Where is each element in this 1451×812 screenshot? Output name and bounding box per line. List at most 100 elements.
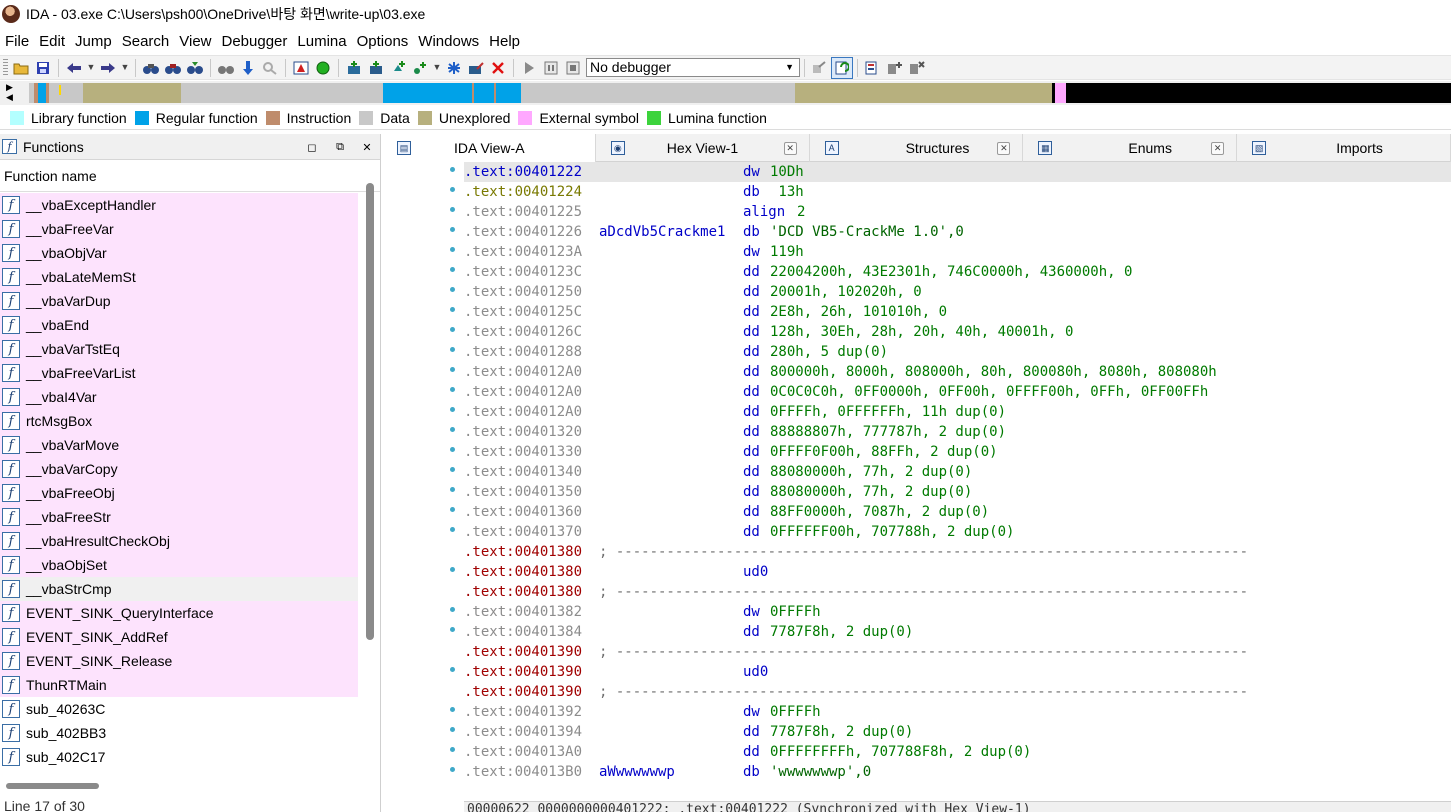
breakpoint-dot[interactable] (450, 507, 455, 512)
tab-close-icon[interactable]: ✕ (997, 142, 1011, 155)
breakpoint-dot[interactable] (450, 727, 455, 732)
breakpoint-dot[interactable] (450, 567, 455, 572)
function-name-column-header[interactable]: Function name (0, 160, 380, 192)
function-list-item[interactable]: f __vbaVarCopy (0, 457, 358, 481)
function-list-item[interactable]: f __vbaEnd (0, 313, 358, 337)
disassembly-line[interactable]: .text:00401224 db 13h (464, 182, 1451, 202)
function-list-item[interactable]: f rtcMsgBox (0, 409, 358, 433)
stop-icon[interactable] (562, 57, 584, 79)
function-list-item[interactable]: f __vbaFreeObj (0, 481, 358, 505)
breakpoint-dot[interactable] (450, 467, 455, 472)
disassembly-line[interactable]: .text:0040123C dd 22004200h, 43E2301h, 746… (464, 262, 1451, 282)
separator-line[interactable]: .text:00401380 ; ------------------------… (464, 582, 1451, 602)
disassembly-line[interactable]: .text:00401394 dd 7787F8h, 2 dup(0) (464, 722, 1451, 742)
create-struct-icon[interactable] (365, 57, 387, 79)
disassembly-line[interactable]: .text:00401390 ud0 (464, 662, 1451, 682)
functions-vertical-scrollbar[interactable] (366, 183, 374, 640)
disassembly-line[interactable]: .text:00401222 dw 10Dh (464, 162, 1451, 182)
back-dropdown-icon[interactable]: ▼ (85, 57, 97, 79)
function-list-item[interactable]: f EVENT_SINK_QueryInterface (0, 601, 358, 625)
function-list-item[interactable]: f sub_40263C (0, 697, 358, 721)
function-list-item[interactable]: f __vbaI4Var (0, 385, 358, 409)
disassembly-line[interactable]: .text:0040123A dw 119h (464, 242, 1451, 262)
jump-down-arrow-icon[interactable] (237, 57, 259, 79)
toolbar-grip[interactable] (3, 58, 8, 77)
ida-view-a-disassembly[interactable]: .text:00401222 dw 10Dh .text:00401224 db 13h… (382, 162, 1451, 800)
function-list-item[interactable]: f sub_402BB3 (0, 721, 358, 745)
breakpoint-dot[interactable] (450, 267, 455, 272)
disassembly-line[interactable]: .text:0040125C dd 2E8h, 26h, 101010h, 0 (464, 302, 1451, 322)
separator-line[interactable]: .text:00401380 ; ------------------------… (464, 542, 1451, 562)
edit-data-icon[interactable] (465, 57, 487, 79)
panel-restore-icon[interactable]: ◻ (303, 138, 321, 156)
tab-structures[interactable]: A Structures ✕ (810, 134, 1024, 162)
breakpoint-dot[interactable] (450, 307, 455, 312)
function-list-item[interactable]: f __vbaFreeVar (0, 217, 358, 241)
undefine-x-icon[interactable] (487, 57, 509, 79)
breakpoint-dot[interactable] (450, 767, 455, 772)
panel-float-icon[interactable]: ⧉ (331, 138, 349, 156)
disassembly-line[interactable]: .text:00401225 align 2 (464, 202, 1451, 222)
breakpoint-dot[interactable] (450, 327, 455, 332)
debugger-select[interactable]: No debugger ▼ (586, 58, 800, 77)
separator-line[interactable]: .text:00401390 ; ------------------------… (464, 682, 1451, 702)
menu-help[interactable]: Help (484, 30, 525, 54)
disassembly-line[interactable]: .text:00401370 dd 0FFFFFF00h, 707788h, 2 d… (464, 522, 1451, 542)
breakpoint-dot[interactable] (450, 427, 455, 432)
function-list-item[interactable]: f __vbaFreeVarList (0, 361, 358, 385)
disassembly-line[interactable]: .text:00401392 dw 0FFFFh (464, 702, 1451, 722)
disassembly-line[interactable]: .text:00401288 dd 280h, 5 dup(0) (464, 342, 1451, 362)
breakpoint-dot[interactable] (450, 407, 455, 412)
function-list-item[interactable]: f __vbaObjVar (0, 241, 358, 265)
green-circle-icon[interactable] (312, 57, 334, 79)
remove-plugin-icon[interactable] (906, 57, 928, 79)
disassembly-line[interactable]: .text:0040126C dd 128h, 30Eh, 28h, 20h, 40… (464, 322, 1451, 342)
menu-jump[interactable]: Jump (70, 30, 117, 54)
disassembly-line[interactable]: .text:004013A0 dd 0FFFFFFFFh, 707788F8h, 2… (464, 742, 1451, 762)
breakpoint-dot[interactable] (450, 447, 455, 452)
breakpoint-dot[interactable] (450, 247, 455, 252)
binoculars-text-icon[interactable] (140, 57, 162, 79)
attach-process-icon[interactable] (809, 57, 831, 79)
forward-arrow-icon[interactable] (97, 57, 119, 79)
add-dropdown-icon[interactable]: ▼ (431, 57, 443, 79)
nav-band-scroll-icon[interactable]: ▶ ◀ (6, 82, 24, 104)
breakpoint-dot[interactable] (450, 347, 455, 352)
function-list-item[interactable]: f __vbaVarTstEq (0, 337, 358, 361)
plugin-icon[interactable] (884, 57, 906, 79)
menu-lumina[interactable]: Lumina (292, 30, 351, 54)
functions-horizontal-scrollbar[interactable] (6, 783, 99, 789)
disassembly-line[interactable]: .text:00401350 dd 88080000h, 77h, 2 dup(0) (464, 482, 1451, 502)
breakpoint-dot[interactable] (450, 747, 455, 752)
disassembly-line[interactable]: .text:004013B0 aWwwwwwwp db 'wwwwwwwp',0 (464, 762, 1451, 782)
segments-icon[interactable] (862, 57, 884, 79)
function-list-item[interactable]: f __vbaVarMove (0, 433, 358, 457)
function-list-item[interactable]: f __vbaExceptHandler (0, 193, 358, 217)
breakpoint-dot[interactable] (450, 707, 455, 712)
tab-close-icon[interactable]: ✕ (783, 142, 797, 155)
menu-search[interactable]: Search (117, 30, 175, 54)
graph-warning-icon[interactable] (290, 57, 312, 79)
binoculars-binary-icon[interactable] (162, 57, 184, 79)
save-icon[interactable] (32, 57, 54, 79)
breakpoint-dot[interactable] (450, 227, 455, 232)
breakpoint-dot[interactable] (450, 207, 455, 212)
disassembly-line[interactable]: .text:004012A0 dd 0FFFFh, 0FFFFFFh, 11h du… (464, 402, 1451, 422)
binoculars-next-icon[interactable] (184, 57, 206, 79)
disassembly-line[interactable]: .text:00401380 ud0 (464, 562, 1451, 582)
function-list-item[interactable]: f __vbaLateMemSt (0, 265, 358, 289)
function-list-item[interactable]: f __vbaHresultCheckObj (0, 529, 358, 553)
tab-close-icon[interactable]: ✕ (1211, 142, 1225, 155)
breakpoint-dot[interactable] (450, 287, 455, 292)
function-list-item[interactable]: f ThunRTMain (0, 673, 358, 697)
disassembly-line[interactable]: .text:00401226 aDcdVb5Crackme1 db 'DCD VB5-… (464, 222, 1451, 242)
menu-view[interactable]: View (174, 30, 216, 54)
forward-dropdown-icon[interactable]: ▼ (119, 57, 131, 79)
open-file-icon[interactable] (10, 57, 32, 79)
disassembly-line[interactable]: .text:00401340 dd 88080000h, 77h, 2 dup(0) (464, 462, 1451, 482)
menu-edit[interactable]: Edit (34, 30, 70, 54)
tab-ida-view-a[interactable]: ▤ IDA View-A (382, 134, 596, 162)
disassembly-line[interactable]: .text:004012A0 dd 800000h, 8000h, 808000h,… (464, 362, 1451, 382)
tab-hex-view-1[interactable]: ◉ Hex View-1 ✕ (596, 134, 810, 162)
disassembly-line[interactable]: .text:00401384 dd 7787F8h, 2 dup(0) (464, 622, 1451, 642)
